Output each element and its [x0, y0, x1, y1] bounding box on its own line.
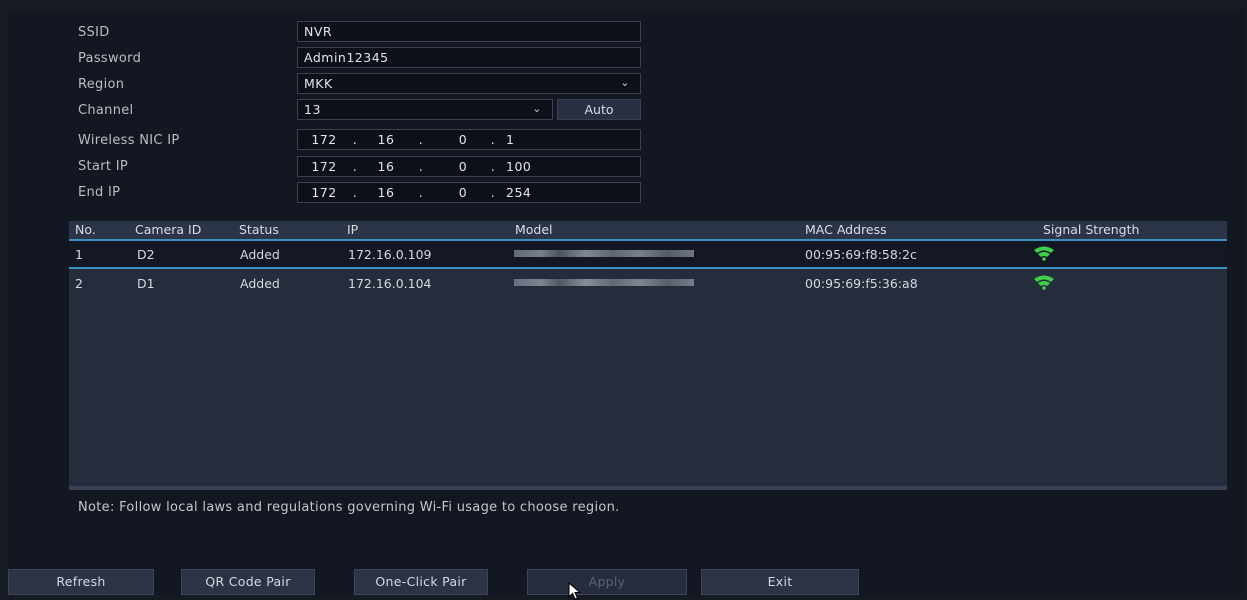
cell-camera-id: D1: [137, 276, 155, 291]
table-row[interactable]: 1 D2 Added 172.16.0.109 00:95:69:f8:58:2…: [69, 241, 1227, 269]
start-ip-label: Start IP: [78, 159, 128, 174]
apply-button[interactable]: Apply: [527, 569, 687, 595]
column-header-no[interactable]: No.: [75, 222, 96, 237]
wifi-signal-icon: [1034, 275, 1054, 290]
cell-camera-id: D2: [137, 247, 155, 262]
horizontal-scrollbar[interactable]: [69, 486, 1227, 490]
ip-dot: .: [418, 132, 424, 147]
qr-code-pair-button[interactable]: QR Code Pair: [181, 569, 315, 595]
cell-status: Added: [240, 247, 280, 262]
refresh-button[interactable]: Refresh: [8, 569, 154, 595]
wifi-signal-icon: [1034, 246, 1054, 261]
cell-model-redacted: [514, 279, 694, 286]
wireless-nic-ip-label: Wireless NIC IP: [78, 133, 180, 148]
password-field[interactable]: Admin12345: [297, 47, 641, 68]
ip-dot: .: [352, 132, 358, 147]
cell-no: 2: [75, 276, 83, 291]
channel-value: 13: [304, 102, 321, 117]
region-value: MKK: [304, 76, 333, 91]
cell-no: 1: [75, 247, 83, 262]
cell-status: Added: [240, 276, 280, 291]
table-row[interactable]: 2 D1 Added 172.16.0.104 00:95:69:f5:36:a…: [69, 270, 1227, 296]
start-ip-field[interactable]: 172 . 16 . 0 . 100: [297, 156, 641, 177]
cell-model-redacted: [514, 250, 694, 257]
column-header-model[interactable]: Model: [515, 222, 553, 237]
ip-dot: .: [490, 185, 496, 200]
cell-ip: 172.16.0.104: [348, 276, 432, 291]
mouse-cursor-icon: [568, 582, 582, 600]
column-header-mac[interactable]: MAC Address: [805, 222, 887, 237]
table-header: No. Camera ID Status IP Model MAC Addres…: [69, 221, 1227, 241]
ip-octet-1[interactable]: 172: [304, 157, 344, 176]
end-ip-field[interactable]: 172 . 16 . 0 . 254: [297, 182, 641, 203]
one-click-pair-button[interactable]: One-Click Pair: [354, 569, 488, 595]
ip-dot: .: [352, 159, 358, 174]
region-note: Note: Follow local laws and regulations …: [78, 500, 620, 515]
exit-button[interactable]: Exit: [701, 569, 859, 595]
end-ip-label: End IP: [78, 185, 121, 200]
cell-ip: 172.16.0.109: [348, 247, 432, 262]
chevron-down-icon: ⌄: [532, 102, 542, 115]
ssid-label: SSID: [78, 25, 110, 40]
ip-octet-1[interactable]: 172: [304, 183, 344, 202]
column-header-signal-strength[interactable]: Signal Strength: [1043, 222, 1139, 237]
chevron-down-icon: ⌄: [620, 76, 630, 89]
cell-mac: 00:95:69:f5:36:a8: [805, 276, 918, 291]
ip-dot: .: [418, 185, 424, 200]
ip-octet-4[interactable]: 1: [498, 130, 546, 149]
channel-label: Channel: [78, 103, 134, 118]
password-label: Password: [78, 51, 142, 66]
ip-octet-4[interactable]: 254: [498, 183, 546, 202]
ip-octet-3[interactable]: 0: [443, 183, 483, 202]
wireless-nic-ip-field[interactable]: 172 . 16 . 0 . 1: [297, 129, 641, 150]
ssid-field[interactable]: NVR: [297, 21, 641, 42]
ip-dot: .: [418, 159, 424, 174]
ip-dot: .: [490, 132, 496, 147]
column-header-status[interactable]: Status: [239, 222, 279, 237]
ip-octet-4[interactable]: 100: [498, 157, 546, 176]
camera-table: No. Camera ID Status IP Model MAC Addres…: [69, 221, 1227, 490]
channel-select[interactable]: 13 ⌄: [297, 99, 553, 120]
cell-mac: 00:95:69:f8:58:2c: [805, 247, 917, 262]
ip-dot: .: [352, 185, 358, 200]
ip-octet-1[interactable]: 172: [304, 130, 344, 149]
channel-auto-button[interactable]: Auto: [557, 99, 641, 120]
region-select[interactable]: MKK ⌄: [297, 73, 641, 94]
ip-octet-3[interactable]: 0: [443, 157, 483, 176]
ip-octet-2[interactable]: 16: [366, 183, 406, 202]
region-label: Region: [78, 77, 125, 92]
column-header-ip[interactable]: IP: [347, 222, 358, 237]
ip-octet-2[interactable]: 16: [366, 157, 406, 176]
ip-dot: .: [490, 159, 496, 174]
ip-octet-3[interactable]: 0: [443, 130, 483, 149]
column-header-camera-id[interactable]: Camera ID: [135, 222, 201, 237]
ip-octet-2[interactable]: 16: [366, 130, 406, 149]
